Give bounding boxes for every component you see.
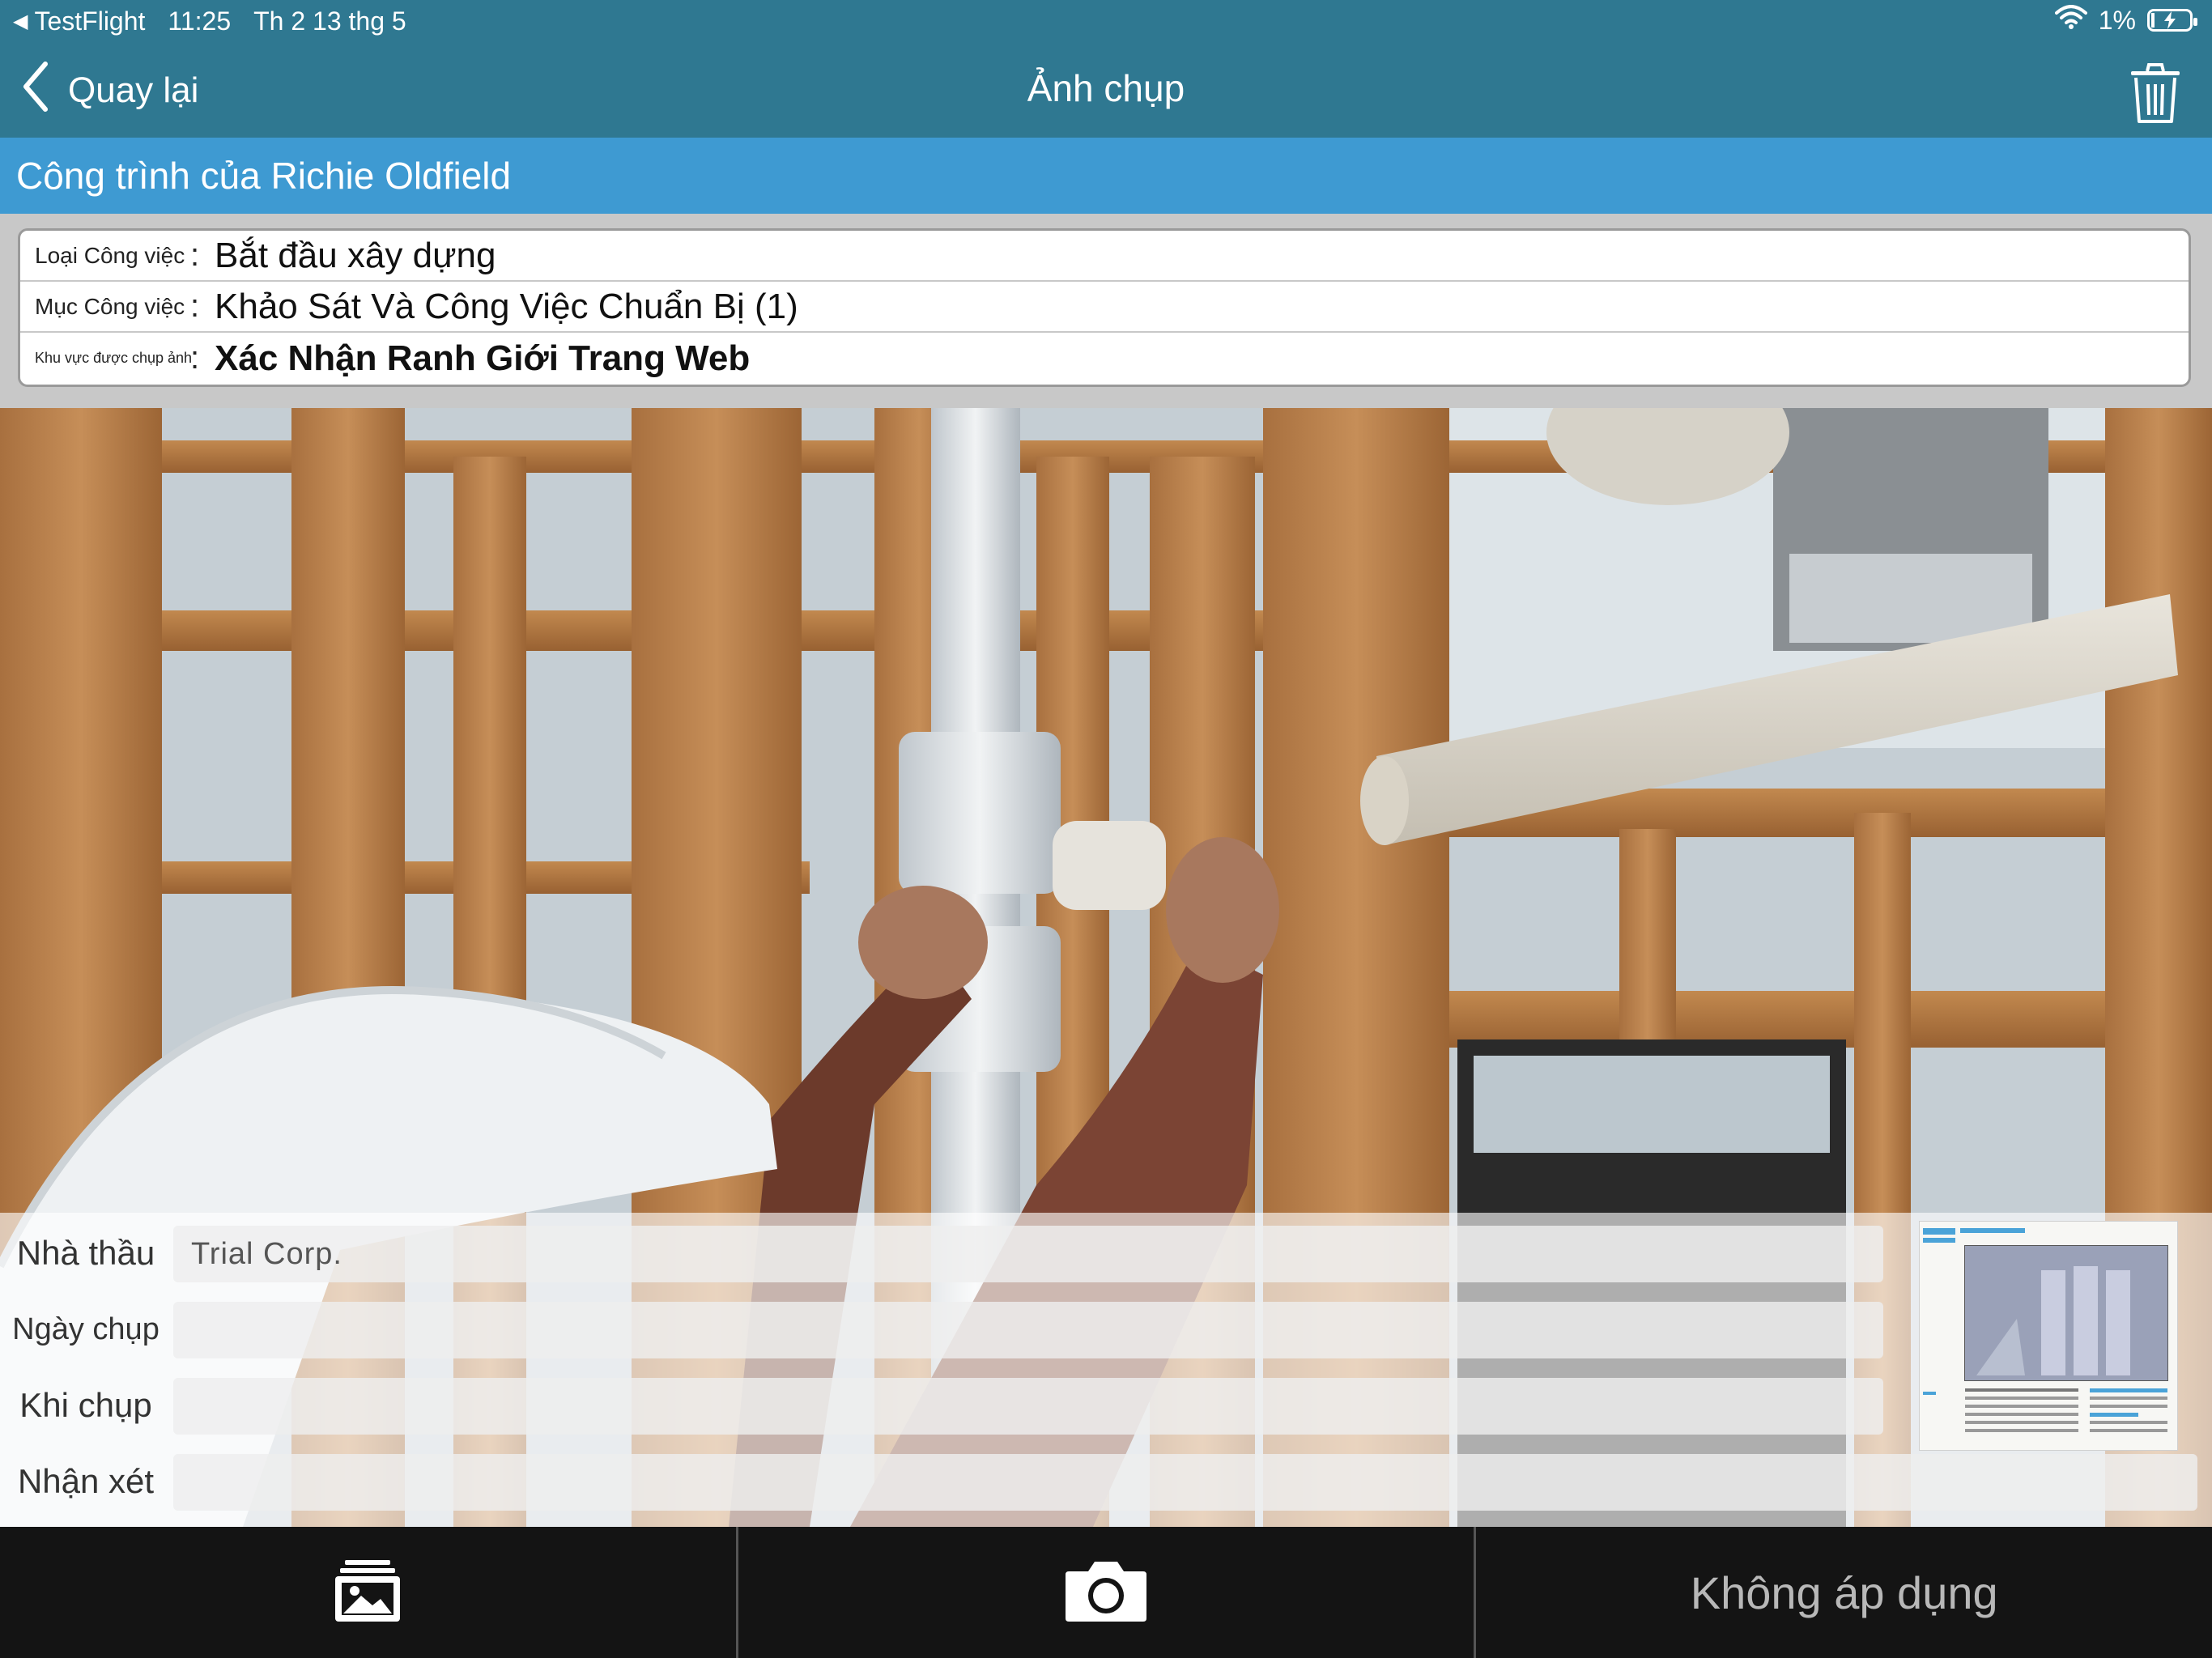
when-taken-row: Khi chụp [0, 1375, 1895, 1436]
back-app-name: TestFlight [34, 6, 146, 36]
gallery-button[interactable] [0, 1527, 738, 1658]
delete-button[interactable] [2128, 62, 2183, 125]
back-to-app-link[interactable]: ◀ TestFlight [13, 6, 145, 36]
info-section: Loại Công việc : Bắt đầu xây dựng Mục Cô… [0, 214, 2212, 408]
colon: : [190, 237, 200, 273]
photo-area-row: Khu vực được chụp ảnh : Xác Nhận Ranh Gi… [20, 333, 2189, 384]
bottom-toolbar: Không áp dụng [0, 1527, 2212, 1658]
contractor-row: Nhà thầu Trial Corp. [0, 1222, 1895, 1284]
battery-percent: 1% [2098, 5, 2136, 35]
photo-meta-overlay: Nhà thầu Trial Corp. Ngày chụp Khi chụp … [0, 1213, 2212, 1527]
top-bar: ◀ TestFlight 11:25 Th 2 13 thg 5 1% Quay… [0, 0, 2212, 138]
comment-label: Nhận xét [17, 1462, 155, 1500]
status-time: 11:25 [168, 6, 232, 36]
colon: : [190, 340, 200, 376]
photo-date-row: Ngày chụp [0, 1299, 1895, 1360]
gallery-icon [334, 1558, 402, 1627]
wifi-icon [2054, 5, 2087, 36]
not-apply-button[interactable]: Không áp dụng [1476, 1527, 2212, 1658]
info-panel: Loại Công việc : Bắt đầu xây dựng Mục Cô… [18, 228, 2191, 387]
page-title: Ảnh chụp [1027, 67, 1185, 109]
work-item-value: Khảo Sát Và Công Việc Chuẩn Bị (1) [215, 286, 798, 326]
photo-area-label: Khu vực được chụp ảnh [35, 350, 193, 366]
photo-date-label: Ngày chụp [12, 1312, 160, 1346]
photo-date-field[interactable] [173, 1302, 1883, 1358]
battery-charging-icon [2147, 9, 2197, 32]
triangle-left-icon: ◀ [13, 11, 28, 32]
work-type-label: Loại Công việc [35, 242, 185, 268]
colon: : [190, 288, 200, 324]
work-type-value: Bắt đầu xây dựng [215, 235, 496, 275]
when-taken-field[interactable] [173, 1378, 1883, 1435]
not-apply-label: Không áp dụng [1690, 1567, 1998, 1618]
navigation-bar: Quay lại Ảnh chụp [0, 49, 2212, 138]
project-banner: Công trình của Richie Oldfield [0, 138, 2212, 214]
when-taken-label: Khi chụp [19, 1386, 152, 1424]
contractor-label: Nhà thầu [16, 1234, 155, 1272]
comment-field[interactable] [173, 1454, 2197, 1511]
comment-row: Nhận xét [0, 1451, 2212, 1512]
photo-area-value: Xác Nhận Ranh Giới Trang Web [215, 338, 751, 378]
blackboard-thumbnail[interactable] [1919, 1221, 2178, 1451]
work-item-row: Mục Công việc : Khảo Sát Và Công Việc Ch… [20, 282, 2189, 333]
contractor-field[interactable]: Trial Corp. [173, 1226, 1883, 1282]
work-item-label: Mục Công việc [35, 293, 185, 319]
blackboard-preview-image [1920, 1222, 2177, 1450]
status-date: Th 2 13 thg 5 [253, 6, 406, 36]
camera-icon [1064, 1558, 1148, 1627]
status-bar: ◀ TestFlight 11:25 Th 2 13 thg 5 1% [0, 0, 2212, 42]
camera-button[interactable] [738, 1527, 1477, 1658]
trash-icon [2128, 63, 2183, 128]
work-type-row: Loại Công việc : Bắt đầu xây dựng [20, 231, 2189, 282]
